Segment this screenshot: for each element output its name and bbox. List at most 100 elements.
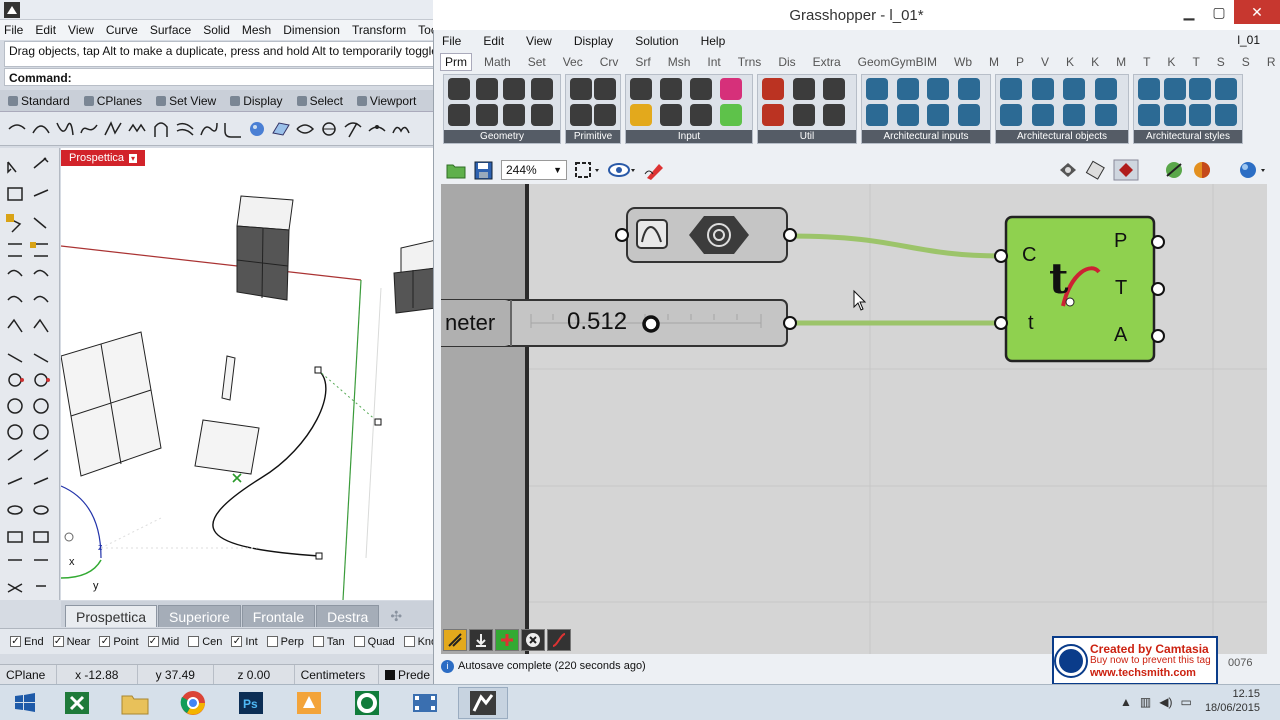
component-icon[interactable]: [1138, 104, 1160, 126]
osnap-perp[interactable]: Perp: [266, 636, 304, 648]
osnap-tan[interactable]: Tan: [312, 636, 345, 648]
component-icon[interactable]: [866, 104, 888, 126]
preview-wire-icon[interactable]: [1085, 160, 1107, 180]
slider-value[interactable]: 0.512: [567, 308, 627, 336]
ribbon-group-label[interactable]: Architectural styles: [1134, 130, 1242, 143]
checkbox-icon[interactable]: [403, 636, 415, 647]
rebuild-tool-icon[interactable]: [318, 118, 340, 140]
component-icon[interactable]: [792, 78, 815, 100]
checkbox-icon[interactable]: ✓: [99, 636, 111, 647]
osnap-near[interactable]: ✓ Near: [52, 636, 90, 648]
gh-menu-view[interactable]: View: [526, 34, 552, 48]
tab-set-view[interactable]: Set View: [156, 94, 216, 108]
component-icon[interactable]: [1000, 104, 1022, 126]
gh-tab-s[interactable]: S: [1242, 55, 1250, 69]
component-icon[interactable]: [720, 78, 742, 100]
clock[interactable]: 12.15 18/06/2015: [1205, 687, 1260, 715]
component-icon[interactable]: [1063, 78, 1085, 100]
add-viewport-icon[interactable]: ✣: [380, 605, 412, 627]
rhino-menu-view[interactable]: View: [68, 23, 94, 37]
polyline-tool-icon[interactable]: [102, 118, 124, 140]
paint-icon[interactable]: [284, 687, 334, 719]
tab-superiore[interactable]: Superiore: [158, 605, 241, 627]
material-icon[interactable]: [1191, 160, 1213, 180]
gh-tab-t[interactable]: T: [1143, 55, 1150, 69]
gh-tab-k[interactable]: K: [1167, 55, 1175, 69]
widget-close-icon[interactable]: [521, 629, 545, 651]
component-icon[interactable]: [1031, 104, 1054, 126]
network-icon[interactable]: ▥: [1140, 695, 1151, 709]
component-icon[interactable]: [1031, 78, 1054, 100]
checkbox-icon[interactable]: [312, 636, 324, 647]
gh-menu-file[interactable]: File: [442, 34, 461, 48]
component-icon[interactable]: [957, 104, 980, 126]
component-icon[interactable]: [792, 104, 815, 126]
tab-cplanes[interactable]: CPlanes: [83, 94, 142, 108]
status-layer[interactable]: Prede: [379, 665, 436, 684]
component-icon[interactable]: [927, 104, 949, 126]
ribbon-group-label[interactable]: Architectural inputs: [862, 130, 990, 143]
component-icon[interactable]: [866, 78, 888, 100]
gh-tab-p[interactable]: P: [1016, 55, 1024, 69]
rhino-menu-file[interactable]: File: [4, 23, 23, 37]
tab-destra[interactable]: Destra: [316, 605, 380, 627]
tab-display[interactable]: Display: [230, 94, 283, 108]
join-tool-icon[interactable]: [390, 118, 412, 140]
component-icon[interactable]: [1189, 104, 1211, 126]
save-icon[interactable]: [473, 160, 495, 180]
zigzag-tool-icon[interactable]: [126, 118, 148, 140]
gh-tab-k[interactable]: K: [1066, 55, 1074, 69]
gh-tab-v[interactable]: V: [1041, 55, 1049, 69]
minimize-icon[interactable]: ▁: [1174, 0, 1204, 24]
component-icon[interactable]: [570, 78, 592, 100]
gh-tab-trns[interactable]: Trns: [738, 55, 762, 69]
component-icon[interactable]: [690, 104, 712, 126]
render-sphere-icon[interactable]: [1237, 160, 1271, 180]
freeform-tool-icon[interactable]: [78, 118, 100, 140]
checkbox-icon[interactable]: ✓: [231, 636, 243, 647]
tab-viewport[interactable]: Viewport: [356, 94, 416, 108]
osnap-point[interactable]: ✓ Point: [99, 636, 139, 648]
arc-tool-icon[interactable]: [30, 118, 52, 140]
gh-canvas[interactable]: neter 0.512 C t P T A t: [441, 184, 1267, 654]
component-icon[interactable]: [1138, 78, 1160, 100]
gh-menu-edit[interactable]: Edit: [483, 34, 504, 48]
gh-tab-m[interactable]: M: [989, 55, 999, 69]
component-icon[interactable]: [762, 78, 784, 100]
component-icon[interactable]: [823, 104, 846, 126]
gh-tab-crv[interactable]: Crv: [600, 55, 619, 69]
tab-select[interactable]: Select: [296, 94, 343, 108]
gh-tab-k[interactable]: K: [1091, 55, 1099, 69]
sphere-tool-icon[interactable]: [246, 118, 268, 140]
close-icon[interactable]: ✕: [1234, 0, 1280, 24]
zoom-extents-icon[interactable]: [573, 160, 601, 180]
preview-eye-icon[interactable]: [607, 160, 637, 180]
component-icon[interactable]: [1163, 78, 1186, 100]
surface-tool-icon[interactable]: [270, 118, 292, 140]
preview-shaded-icon[interactable]: [1057, 160, 1079, 180]
checkbox-icon[interactable]: ✓: [147, 636, 159, 647]
rhino-menu-surface[interactable]: Surface: [150, 23, 191, 37]
gh-tab-msh[interactable]: Msh: [668, 55, 691, 69]
maximize-icon[interactable]: ▢: [1204, 0, 1234, 24]
power-icon[interactable]: ▭: [1180, 695, 1191, 709]
gh-tab-extra[interactable]: Extra: [813, 55, 841, 69]
component-icon[interactable]: [475, 104, 498, 126]
dropdown-arrow-icon[interactable]: ▾: [128, 153, 137, 163]
component-icon[interactable]: [660, 104, 682, 126]
ribbon-group-label[interactable]: Input: [626, 130, 752, 143]
bake-icon[interactable]: [1163, 160, 1185, 180]
trim-tool-icon[interactable]: [342, 118, 364, 140]
component-icon[interactable]: [1214, 78, 1237, 100]
command-prompt[interactable]: Command:: [4, 68, 436, 86]
component-icon[interactable]: [630, 104, 652, 126]
component-icon[interactable]: [1189, 78, 1211, 100]
checkbox-icon[interactable]: ✓: [10, 636, 21, 647]
ribbon-group-label[interactable]: Primitive: [566, 130, 620, 143]
widget-curve-icon[interactable]: [547, 629, 571, 651]
file-explorer-icon[interactable]: [110, 687, 160, 719]
volume-icon[interactable]: ◀): [1159, 695, 1172, 709]
component-icon[interactable]: [503, 104, 525, 126]
gh-menu-solution[interactable]: Solution: [635, 34, 678, 48]
osnap-cen[interactable]: Cen: [188, 636, 222, 648]
